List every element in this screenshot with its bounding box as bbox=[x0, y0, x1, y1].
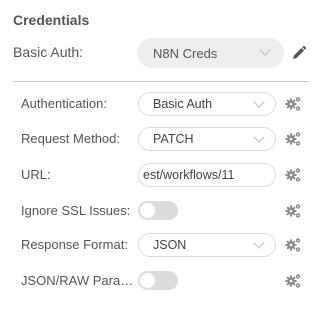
url-input-value: est/workflows/11 bbox=[143, 168, 235, 182]
url-input[interactable]: est/workflows/11 bbox=[138, 163, 276, 187]
section-title: Credentials bbox=[13, 12, 90, 28]
param-row-json-raw: JSON/RAW Parameters: bbox=[0, 269, 320, 293]
cogs-icon[interactable] bbox=[284, 166, 302, 184]
ignore-ssl-toggle[interactable] bbox=[138, 201, 178, 220]
json-raw-toggle[interactable] bbox=[138, 271, 178, 290]
cogs-icon[interactable] bbox=[284, 236, 302, 254]
cogs-icon[interactable] bbox=[284, 130, 302, 148]
response-format-select[interactable]: JSON bbox=[138, 233, 276, 257]
param-label: Authentication: bbox=[21, 96, 108, 111]
chevron-down-icon bbox=[259, 44, 271, 56]
pencil-icon[interactable] bbox=[291, 45, 307, 61]
credentials-select-value: N8N Creds bbox=[153, 46, 218, 61]
select-value: Basic Auth bbox=[153, 97, 213, 111]
chevron-down-icon bbox=[253, 131, 265, 143]
param-label: Request Method: bbox=[21, 131, 121, 146]
param-label: JSON/RAW Parameters: bbox=[21, 273, 136, 288]
node-parameters-panel: Credentials Basic Auth: N8N Creds Authen… bbox=[0, 0, 320, 312]
credentials-row: Basic Auth: N8N Creds bbox=[0, 38, 320, 68]
chevron-down-icon bbox=[253, 96, 265, 108]
param-row-request-method: Request Method: PATCH bbox=[0, 127, 320, 151]
cogs-icon[interactable] bbox=[284, 95, 302, 113]
toggle-knob bbox=[140, 273, 155, 288]
param-label: URL: bbox=[21, 167, 51, 182]
param-row-response-format: Response Format: JSON bbox=[0, 233, 320, 257]
cogs-icon[interactable] bbox=[284, 272, 302, 290]
credentials-label: Basic Auth: bbox=[13, 44, 84, 60]
param-label: Response Format: bbox=[21, 237, 128, 252]
param-row-authentication: Authentication: Basic Auth bbox=[0, 92, 320, 116]
param-row-ignore-ssl: Ignore SSL Issues: bbox=[0, 199, 320, 223]
param-row-url: URL: est/workflows/11 bbox=[0, 163, 320, 187]
param-label: Ignore SSL Issues: bbox=[21, 203, 131, 218]
select-value: PATCH bbox=[153, 132, 194, 146]
chevron-down-icon bbox=[253, 237, 265, 249]
request-method-select[interactable]: PATCH bbox=[138, 127, 276, 151]
credentials-select[interactable]: N8N Creds bbox=[137, 38, 284, 68]
divider bbox=[13, 81, 309, 82]
authentication-select[interactable]: Basic Auth bbox=[138, 92, 276, 116]
select-value: JSON bbox=[153, 238, 187, 252]
cogs-icon[interactable] bbox=[284, 202, 302, 220]
toggle-knob bbox=[140, 203, 155, 218]
